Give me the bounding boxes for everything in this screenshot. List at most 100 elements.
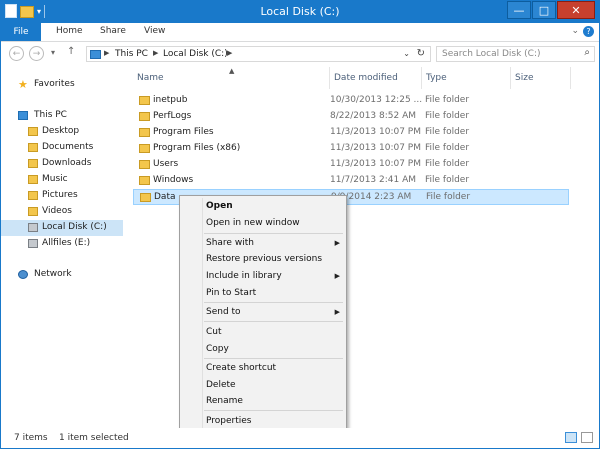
breadcrumb-this-pc[interactable]: This PC <box>115 49 148 59</box>
menu-item-include-in-library[interactable]: Include in library <box>206 271 282 281</box>
network-icon <box>18 270 28 279</box>
file-name: Users <box>153 159 179 169</box>
address-bar[interactable]: ▶ This PC ▶ Local Disk (C:) ▶ ⌄ ↻ <box>86 46 431 62</box>
nav-item-downloads[interactable]: Downloads <box>1 156 123 172</box>
search-placeholder: Search Local Disk (C:) <box>442 49 541 59</box>
file-row[interactable]: Users 11/3/2013 10:07 PM File folder <box>133 157 569 173</box>
details-view-icon[interactable] <box>565 432 577 443</box>
recent-locations-icon[interactable]: ▾ <box>51 48 55 57</box>
file-date: 10/30/2013 12:25 ... <box>330 95 423 105</box>
file-row[interactable]: Program Files 11/3/2013 10:07 PM File fo… <box>133 125 569 141</box>
tab-view[interactable]: View <box>144 26 165 36</box>
breadcrumb-separator[interactable]: ▶ <box>104 49 109 57</box>
breadcrumb-local-disk[interactable]: Local Disk (C:) <box>163 49 228 59</box>
folder-icon <box>139 128 150 137</box>
file-row[interactable]: Program Files (x86) 11/3/2013 10:07 PM F… <box>133 141 569 157</box>
explorer-window: ▾ Local Disk (C:) — □ ✕ File Home Share … <box>0 0 600 449</box>
context-menu: Open Open in new window Share with ▶ Res… <box>179 195 347 431</box>
tab-file[interactable]: File <box>1 23 41 41</box>
file-date: 11/3/2013 10:07 PM <box>330 143 421 153</box>
menu-item-share-with[interactable]: Share with <box>206 238 254 248</box>
nav-item-local-disk[interactable]: Local Disk (C:) <box>1 220 123 236</box>
nav-item-label: Allfiles (E:) <box>42 238 91 248</box>
menu-separator <box>204 410 343 411</box>
help-icon[interactable]: ? <box>583 26 594 37</box>
menu-item-open-new-window[interactable]: Open in new window <box>206 218 300 228</box>
nav-item-this-pc[interactable]: This PC <box>1 108 123 124</box>
folder-icon <box>139 144 150 153</box>
file-row[interactable]: Windows 11/7/2013 2:41 AM File folder <box>133 173 569 189</box>
menu-separator <box>204 302 343 303</box>
column-header-label: Date modified <box>334 73 398 83</box>
column-header-label: Type <box>426 73 447 83</box>
forward-button[interactable]: → <box>29 46 44 61</box>
folder-icon <box>139 176 150 185</box>
up-icon[interactable]: ↑ <box>67 46 75 57</box>
nav-item-label: Desktop <box>42 126 80 136</box>
file-date: 8/22/2013 8:52 AM <box>330 111 417 121</box>
nav-item-favorites[interactable]: ★ Favorites <box>1 77 123 93</box>
file-row[interactable]: inetpub 10/30/2013 12:25 ... File folder <box>133 93 569 109</box>
search-box[interactable]: Search Local Disk (C:) ⌕ <box>436 46 595 62</box>
folder-icon <box>139 112 150 121</box>
ribbon-tabs: File Home Share View ⌄ ? <box>1 23 599 42</box>
nav-item-allfiles[interactable]: Allfiles (E:) <box>1 236 123 252</box>
menu-item-rename[interactable]: Rename <box>206 396 243 406</box>
breadcrumb-separator[interactable]: ▶ <box>153 49 158 57</box>
back-button[interactable]: ← <box>9 46 24 61</box>
column-header-date[interactable]: Date modified <box>330 67 424 89</box>
column-divider[interactable] <box>570 67 571 89</box>
file-date: 11/3/2013 10:07 PM <box>330 127 421 137</box>
menu-item-send-to[interactable]: Send to <box>206 307 241 317</box>
file-name: PerfLogs <box>153 111 192 121</box>
nav-item-pictures[interactable]: Pictures <box>1 188 123 204</box>
menu-item-copy[interactable]: Copy <box>206 344 229 354</box>
menu-item-cut[interactable]: Cut <box>206 327 222 337</box>
column-header-size[interactable]: Size <box>511 67 571 89</box>
breadcrumb-separator[interactable]: ▶ <box>227 49 232 57</box>
nav-item-music[interactable]: Music <box>1 172 123 188</box>
large-icons-view-icon[interactable] <box>581 432 593 443</box>
menu-item-open[interactable]: Open <box>206 201 233 211</box>
folder-icon <box>139 160 150 169</box>
item-count: 7 items <box>14 433 48 443</box>
file-name: Windows <box>153 175 194 185</box>
address-dropdown-icon[interactable]: ⌄ <box>403 49 410 58</box>
tab-share[interactable]: Share <box>100 26 126 36</box>
folder-icon <box>28 175 38 184</box>
window-controls: — □ ✕ <box>506 1 595 19</box>
submenu-arrow-icon: ▶ <box>334 308 340 316</box>
nav-item-label: Music <box>42 174 68 184</box>
drive-icon <box>28 223 38 232</box>
file-name: Program Files (x86) <box>153 143 241 153</box>
search-icon[interactable]: ⌕ <box>584 47 590 58</box>
nav-item-label: This PC <box>34 110 67 120</box>
menu-item-restore-previous-versions[interactable]: Restore previous versions <box>206 254 322 264</box>
navigation-bar: ← → ▾ ↑ ▶ This PC ▶ Local Disk (C:) ▶ ⌄ … <box>1 42 599 66</box>
nav-item-network[interactable]: Network <box>1 267 123 283</box>
file-type: File folder <box>425 175 470 185</box>
column-header-name[interactable]: Name <box>133 67 330 89</box>
expand-ribbon-icon[interactable]: ⌄ <box>571 26 579 36</box>
menu-item-properties[interactable]: Properties <box>206 416 251 426</box>
file-row[interactable]: PerfLogs 8/22/2013 8:52 AM File folder <box>133 109 569 125</box>
file-date: 11/3/2013 10:07 PM <box>330 159 421 169</box>
nav-item-desktop[interactable]: Desktop <box>1 124 123 140</box>
close-button[interactable]: ✕ <box>557 1 595 19</box>
menu-gutter <box>202 198 203 428</box>
column-header-type[interactable]: Type <box>422 67 514 89</box>
menu-item-pin-to-start[interactable]: Pin to Start <box>206 288 256 298</box>
nav-item-documents[interactable]: Documents <box>1 140 123 156</box>
file-date: 11/7/2013 2:41 AM <box>330 175 417 185</box>
title-bar[interactable]: ▾ Local Disk (C:) — □ ✕ <box>1 1 599 23</box>
minimize-button[interactable]: — <box>507 1 531 19</box>
tab-home[interactable]: Home <box>56 26 83 36</box>
menu-item-create-shortcut[interactable]: Create shortcut <box>206 363 276 373</box>
nav-item-label: Documents <box>42 142 94 152</box>
file-name: Program Files <box>153 127 214 137</box>
nav-item-label: Pictures <box>42 190 78 200</box>
nav-item-videos[interactable]: Videos <box>1 204 123 220</box>
menu-item-delete[interactable]: Delete <box>206 380 236 390</box>
refresh-icon[interactable]: ↻ <box>417 48 425 59</box>
maximize-button[interactable]: □ <box>532 1 556 19</box>
